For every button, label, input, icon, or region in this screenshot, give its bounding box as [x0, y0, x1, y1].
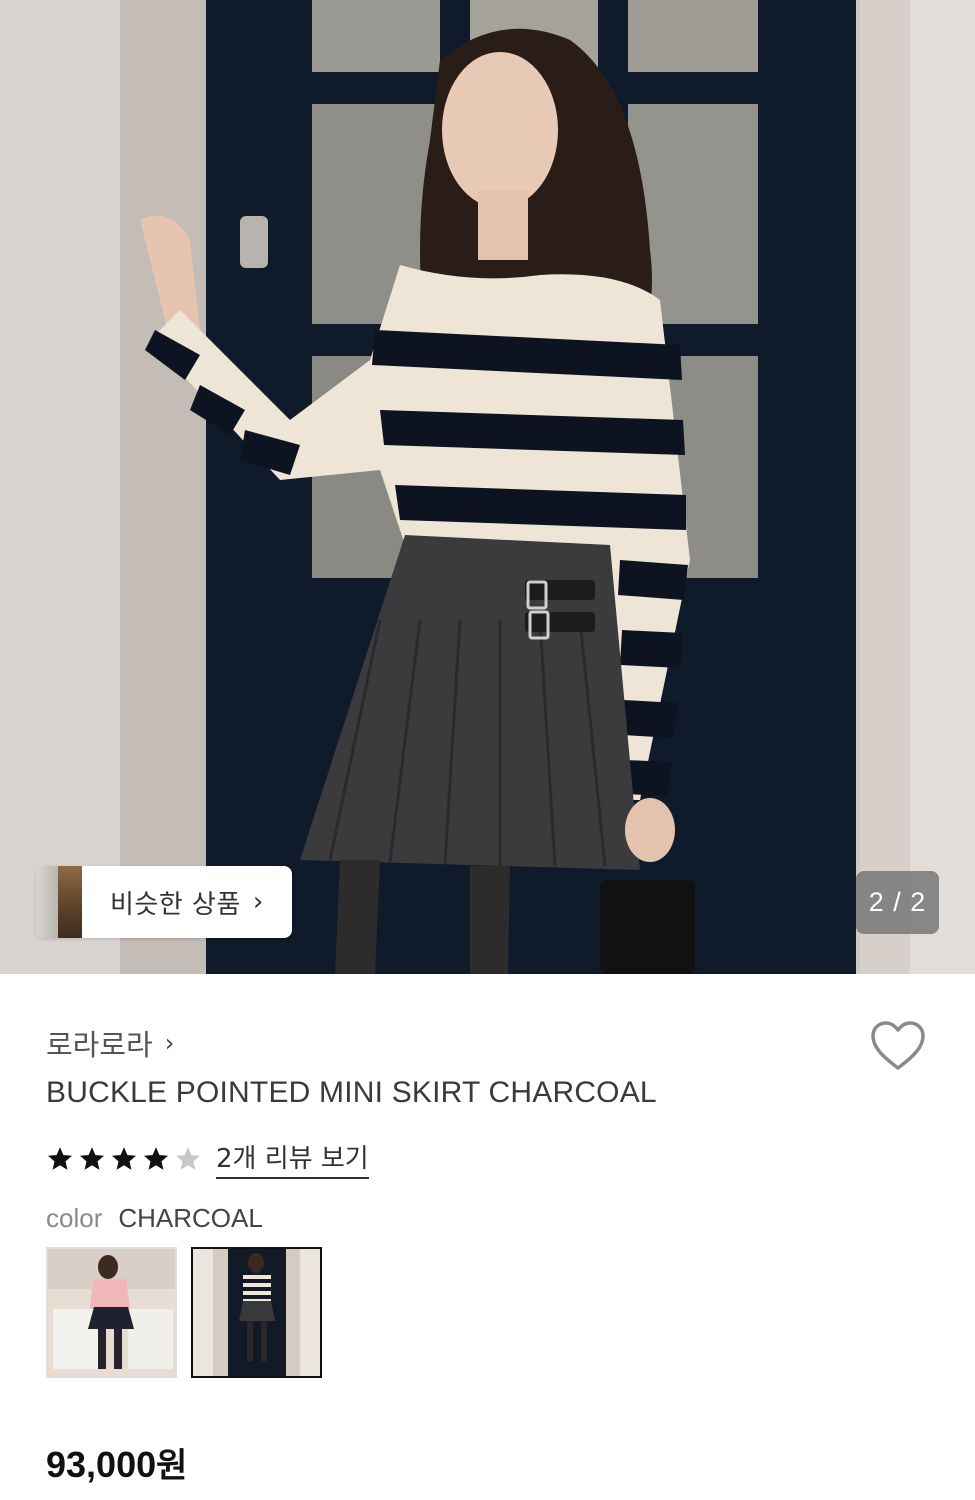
chevron-right-icon: › — [164, 1029, 175, 1057]
pink-outfit-image — [48, 1249, 175, 1376]
star-filled-icon — [143, 1146, 169, 1170]
color-label: color — [46, 1203, 103, 1233]
heart-icon[interactable] — [870, 1020, 926, 1072]
product-title: BUCKLE POINTED MINI SKIRT CHARCOAL — [46, 1076, 657, 1109]
charcoal-option-thumbnail[interactable] — [191, 1247, 322, 1378]
selected-color-value: CHARCOAL — [118, 1203, 263, 1233]
chevron-right-icon: › — [252, 887, 264, 917]
view-reviews-link[interactable]: 2개 리뷰 보기 — [216, 1138, 369, 1179]
similar-products-thumbnail — [36, 866, 82, 938]
brand-name: 로라로라 — [46, 1028, 153, 1062]
price: 93,000원 — [46, 1438, 187, 1487]
brand-link[interactable]: 로라로라 › — [46, 1022, 174, 1064]
similar-products-button[interactable]: 비슷한 상품 › — [36, 866, 292, 938]
similar-products-label: 비슷한 상품 — [110, 889, 241, 920]
pink-option-thumbnail[interactable] — [46, 1247, 177, 1378]
charcoal-outfit-image — [193, 1249, 320, 1376]
price-amount: 93,000 — [46, 1444, 157, 1485]
product-photo — [0, 0, 975, 974]
image-pager-indicator: 2 / 2 — [856, 871, 939, 934]
price-currency: 원 — [156, 1446, 188, 1486]
star-filled-icon — [79, 1146, 105, 1170]
star-filled-icon — [47, 1146, 73, 1170]
product-image-carousel[interactable]: 비슷한 상품 › 2 / 2 — [0, 0, 975, 974]
star-filled-icon — [111, 1146, 137, 1170]
star-rating — [46, 1145, 202, 1173]
color-option-row: color CHARCOAL — [46, 1203, 263, 1234]
rating-row: 2개 리뷰 보기 — [46, 1138, 369, 1179]
color-swatches — [46, 1247, 322, 1378]
star-empty-icon — [175, 1146, 201, 1170]
